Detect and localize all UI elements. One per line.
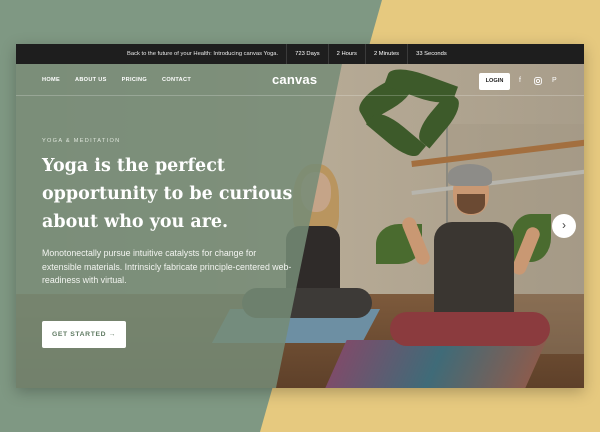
get-started-button[interactable]: GET STARTED → (42, 321, 126, 348)
man-legs (390, 312, 550, 346)
countdown-hours: 2 Hours (327, 44, 365, 64)
announcement-bar: Back to the future of your Health: Intro… (16, 44, 584, 64)
paypal-icon[interactable]: P (552, 77, 557, 85)
countdown-seconds: 33 Seconds (407, 44, 455, 64)
nav-links: HOME ABOUT US PRICING CONTACT (42, 64, 191, 96)
chevron-right-icon[interactable]: › (552, 214, 576, 238)
site-logo[interactable]: canvas (272, 72, 317, 87)
nav-about-us[interactable]: ABOUT US (75, 64, 107, 96)
hero-headline: Yoga is the perfect opportunity to be cu… (42, 156, 293, 232)
website-window: Back to the future of your Health: Intro… (16, 44, 584, 388)
announcement-message[interactable]: Back to the future of your Health: Intro… (16, 44, 286, 64)
hero-lead: Monotonectally pursue intuitive catalyst… (42, 248, 292, 285)
nav-home[interactable]: HOME (42, 64, 60, 96)
nav-pricing[interactable]: PRICING (122, 64, 147, 96)
man-body (434, 222, 514, 318)
countdown-minutes: 2 Minutes (364, 44, 407, 64)
hero-eyebrow: YOGA & MEDITATION (42, 138, 121, 144)
nav-contact[interactable]: CONTACT (162, 64, 191, 96)
login-button[interactable]: LOGIN (479, 73, 510, 90)
man-hat (448, 164, 492, 186)
countdown-days: 723 Days (286, 44, 328, 64)
facebook-icon[interactable]: f (519, 77, 521, 85)
man-beard (457, 194, 485, 214)
main-nav: HOME ABOUT US PRICING CONTACT canvas LOG… (16, 64, 584, 96)
instagram-icon[interactable] (534, 77, 542, 88)
yoga-mat-right (325, 340, 547, 388)
